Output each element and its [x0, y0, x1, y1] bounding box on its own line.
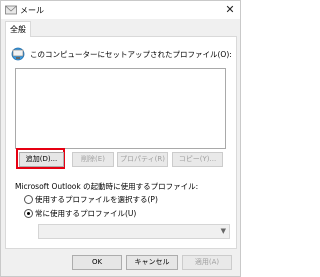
tab-general[interactable]: 全般: [5, 21, 31, 37]
title-bar: メール ✕: [1, 1, 240, 19]
profile-listbox[interactable]: [15, 68, 226, 149]
mail-dialog: メール ✕ 全般 このコンピューターにセットアップされたプロファイル(O): 追…: [0, 0, 241, 277]
apply-button[interactable]: 適用(A): [182, 255, 232, 270]
general-panel: このコンピューターにセットアップされたプロファイル(O): 追加(D)... 削…: [5, 36, 237, 249]
window-title: メール: [20, 6, 44, 15]
close-icon[interactable]: ✕: [223, 2, 237, 18]
add-button[interactable]: 追加(D)...: [19, 152, 64, 167]
startup-profile-label: Microsoft Outlook の起動時に使用するプロファイル:: [15, 182, 199, 191]
profile-icon: [11, 47, 25, 61]
radio-selected-dot: [27, 212, 30, 215]
profile-select[interactable]: ▼: [38, 224, 230, 239]
copy-button[interactable]: コピー(Y)...: [172, 152, 223, 167]
prompt-profile-radio-label: 使用するプロファイルを選択する(P): [35, 195, 158, 204]
cancel-button[interactable]: キャンセル: [126, 255, 178, 270]
remove-button[interactable]: 削除(E): [72, 152, 114, 167]
properties-button[interactable]: プロパティ(R): [117, 152, 168, 167]
profile-list-label: このコンピューターにセットアップされたプロファイル(O):: [30, 50, 232, 59]
always-use-profile-radio-label: 常に使用するプロファイル(U): [35, 209, 137, 218]
chevron-down-icon: ▼: [220, 227, 226, 235]
prompt-profile-radio[interactable]: [24, 195, 33, 204]
ok-button[interactable]: OK: [72, 255, 122, 270]
always-use-profile-radio[interactable]: [24, 209, 33, 218]
mail-app-icon: [5, 5, 17, 15]
